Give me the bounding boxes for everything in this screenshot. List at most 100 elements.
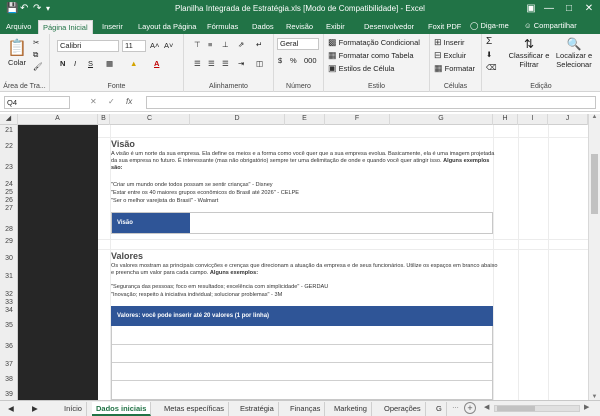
h-scroll-right-icon[interactable]: ▶ [584,403,589,411]
align-left-icon[interactable]: ☰ [194,59,201,69]
tab-desenvolvedor[interactable]: Desenvolvedor [360,20,418,34]
row-header-21[interactable]: 21 [0,127,18,134]
visao-input-box[interactable]: Visão [111,212,493,234]
tab-exibir[interactable]: Exibir [322,20,349,34]
row-header-36[interactable]: 36 [0,343,18,350]
wrap-text-icon[interactable]: ↵ [256,40,262,50]
format-painter-icon[interactable]: 🖌 [33,62,43,72]
scroll-up-icon[interactable]: ▲ [589,114,600,120]
currency-icon[interactable]: $ [278,56,282,66]
column-header-g[interactable]: G [390,114,493,125]
worksheet-grid[interactable]: Visão A visão é um norte da sua empresa.… [18,125,588,400]
share-button[interactable]: ☺ Compartilhar [524,21,577,30]
conditional-formatting-button[interactable]: ▩ Formatação Condicional [328,37,420,48]
sheet-tab-marketing[interactable]: Marketing [330,402,372,416]
format-as-table-button[interactable]: ▦ Formatar como Tabela [328,50,414,61]
column-header-c[interactable]: C [110,114,190,125]
format-cells-button[interactable]: ▦ Formatar [434,63,475,74]
autosum-icon[interactable]: Σ [486,37,492,47]
close-icon[interactable]: ✕ [580,2,598,15]
cut-icon[interactable]: ✂ [33,38,39,48]
delete-cells-button[interactable]: ⊟ Excluir [434,50,466,61]
column-header-i[interactable]: I [518,114,548,125]
row-header-30[interactable]: 30 [0,255,18,262]
prev-sheet-icon[interactable]: ◀ [4,402,18,416]
bold-button[interactable]: N [60,59,65,69]
borders-icon[interactable]: ▦ [106,59,113,69]
column-header-h[interactable]: H [493,114,518,125]
find-select-button[interactable]: 🔍 Localizar e Selecionar [552,37,596,69]
row-header-28[interactable]: 28 [0,226,18,233]
column-header-j[interactable]: J [548,114,588,125]
row-header-38[interactable]: 38 [0,376,18,383]
tab-arquivo[interactable]: Arquivo [2,20,35,34]
vertical-scroll-thumb[interactable] [591,154,598,214]
tab-dados[interactable]: Dados [248,20,278,34]
merge-icon[interactable]: ◫ [256,59,263,69]
indent-icon[interactable]: ⇥ [238,59,244,69]
tab-inserir[interactable]: Inserir [98,20,127,34]
vertical-scrollbar[interactable]: ▲ ▼ [588,114,600,400]
name-box[interactable]: Q4 [4,96,70,109]
align-center-icon[interactable]: ☰ [208,59,215,69]
row-header-32[interactable]: 32 [0,291,18,298]
percent-icon[interactable]: % [290,56,297,66]
row-header-29[interactable]: 29 [0,238,18,245]
formula-input[interactable] [146,96,596,109]
valores-input-box[interactable] [111,326,493,400]
minimize-icon[interactable]: — [540,2,558,15]
sheet-tab-inicio[interactable]: Início [60,402,87,416]
sheet-tab-financas[interactable]: Finanças [286,402,326,416]
h-scroll-left-icon[interactable]: ◀ [484,403,489,411]
enter-icon[interactable]: ✓ [108,97,115,106]
cell-styles-button[interactable]: ▣ Estilos de Célula [328,63,394,74]
number-format-select[interactable]: Geral [277,38,319,50]
decrease-font-icon[interactable]: A˅ [164,41,173,51]
tab-revisao[interactable]: Revisão [282,20,317,34]
font-color-icon[interactable]: A [154,59,159,69]
row-header-35[interactable]: 35 [0,322,18,329]
italic-button[interactable]: I [74,59,76,69]
tab-foxit-pdf[interactable]: Foxit PDF [424,20,465,34]
sheet-tab-operacoes[interactable]: Operações [380,402,426,416]
fill-color-icon[interactable]: ▲ [130,59,137,69]
tab-layout[interactable]: Layout da Página [134,20,200,34]
font-name-select[interactable]: Calibri [57,40,119,52]
comma-icon[interactable]: 000 [304,56,317,66]
paste-button[interactable]: 📋 Colar [6,40,28,68]
tell-me-search[interactable]: ◯ Diga-me [470,21,509,30]
align-right-icon[interactable]: ☰ [222,59,229,69]
align-middle-icon[interactable]: ≡ [208,40,212,50]
row-header-24[interactable]: 24 [0,181,18,188]
cancel-icon[interactable]: ✕ [90,97,97,106]
sheet-tab-estrategia[interactable]: Estratégia [236,402,279,416]
row-header-25[interactable]: 25 [0,189,18,196]
underline-button[interactable]: S [88,59,93,69]
sheet-tab-g[interactable]: G [432,402,447,416]
row-header-27[interactable]: 27 [0,205,18,212]
ribbon-options-icon[interactable]: ▣ [522,2,540,15]
row-header-34[interactable]: 34 [0,307,18,314]
row-header-22[interactable]: 22 [0,143,18,150]
column-header-d[interactable]: D [190,114,285,125]
copy-icon[interactable]: ⧉ [33,50,38,60]
row-header-23[interactable]: 23 [0,164,18,171]
orientation-icon[interactable]: ⇗ [238,40,244,50]
column-header-b[interactable]: B [98,114,110,125]
more-sheets-icon[interactable]: … [452,403,459,410]
horizontal-scrollbar[interactable] [494,405,580,412]
increase-font-icon[interactable]: A˄ [150,41,159,51]
row-header-26[interactable]: 26 [0,197,18,204]
sheet-tab-metas-especificas[interactable]: Metas específicas [160,402,230,416]
column-header-a[interactable]: A [18,114,98,125]
horizontal-scroll-thumb[interactable] [497,406,535,411]
align-bottom-icon[interactable]: ⊥ [222,40,229,50]
maximize-icon[interactable]: □ [560,2,578,15]
fill-icon[interactable]: ⬇ [486,50,492,60]
tab-pagina-inicial[interactable]: Página Inicial [38,20,93,34]
clear-icon[interactable]: ⌫ [486,63,497,73]
column-header-e[interactable]: E [285,114,325,125]
column-header-f[interactable]: F [325,114,390,125]
row-header-31[interactable]: 31 [0,273,18,280]
tab-formulas[interactable]: Fórmulas [203,20,242,34]
